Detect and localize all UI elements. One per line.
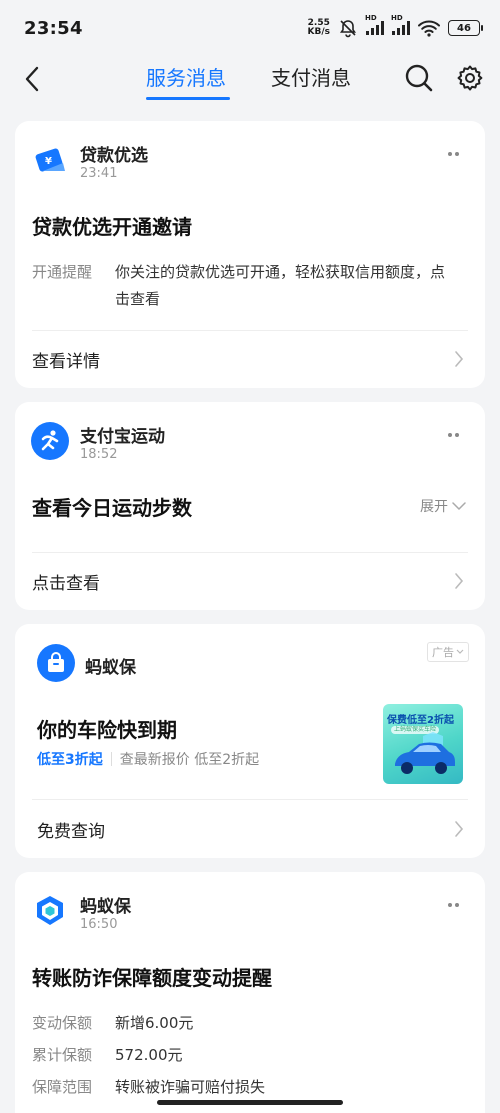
offer-description: 查最新报价 低至2折起 (119, 752, 260, 768)
divider (32, 799, 468, 800)
detail-row: 保障范围 转账被诈骗可赔付损失 (32, 1074, 455, 1101)
status-icons: 2.55 KB/s HD HD 46 (308, 14, 483, 38)
action-label: 免费查询 (37, 821, 105, 842)
mute-bell-icon (339, 20, 357, 38)
tab-service-messages[interactable]: 服务消息 (146, 62, 226, 91)
message-title: 转账防诈保障额度变动提醒 (32, 966, 272, 990)
top-nav: 服务消息 支付消息 (0, 56, 500, 106)
chevron-right-icon (454, 571, 468, 591)
tab-payment-messages[interactable]: 支付消息 (271, 62, 351, 91)
service-name: 蚂蚁保 (80, 897, 131, 917)
service-name: 蚂蚁保 (85, 658, 136, 678)
car-icon (395, 732, 455, 774)
detail-value: 新增6.00元 (115, 1014, 194, 1032)
signal-strength-icon: HD (365, 14, 384, 35)
gear-icon (457, 65, 483, 91)
divider (32, 552, 468, 553)
more-options-button[interactable] (441, 898, 465, 912)
detail-row: 开通提醒 你关注的贷款优选可开通，轻松获取信用额度，点击查看 (32, 259, 455, 313)
chevron-right-icon (454, 349, 468, 369)
settings-button[interactable] (454, 62, 486, 94)
expand-button[interactable]: 展开 (420, 496, 467, 516)
running-person-icon (41, 430, 59, 451)
service-name: 贷款优选 (80, 146, 148, 166)
divider (32, 330, 468, 331)
more-options-button[interactable] (441, 147, 465, 161)
insurance-service-logo (37, 644, 75, 682)
view-details-link[interactable]: 查看详情 (32, 339, 468, 379)
hd-label: HD (365, 14, 377, 22)
detail-label: 开通提醒 (32, 263, 93, 281)
detail-value: 572.00元 (115, 1046, 183, 1064)
message-time: 16:50 (80, 917, 118, 932)
detail-row: 累计保额 572.00元 (32, 1042, 455, 1069)
action-label: 查看详情 (32, 351, 100, 372)
message-card-insurance-ad[interactable]: 蚂蚁保 广告 你的车险快到期 低至3折起 查最新报价 低至2折起 保费低至2折起… (15, 624, 485, 858)
message-time: 23:41 (80, 166, 118, 181)
detail-label: 保障范围 (32, 1078, 93, 1096)
detail-label: 累计保额 (32, 1046, 93, 1064)
status-time: 23:54 (24, 17, 83, 39)
detail-label: 变动保额 (32, 1014, 93, 1032)
search-button[interactable] (403, 62, 435, 94)
more-options-button[interactable] (441, 428, 465, 442)
detail-value: 转账被诈骗可赔付损失 (115, 1078, 266, 1096)
offer-row: 低至3折起 查最新报价 低至2折起 (37, 749, 259, 769)
shopping-bag-icon (48, 652, 64, 672)
wifi-icon (418, 20, 440, 37)
back-button[interactable] (16, 62, 48, 96)
battery-level: 46 (457, 22, 471, 34)
discount-highlight: 低至3折起 (37, 752, 103, 768)
sports-service-logo (31, 422, 69, 460)
svg-text:¥: ¥ (45, 156, 52, 167)
message-card-loan[interactable]: ¥ 贷款优选 23:41 贷款优选开通邀请 开通提醒 你关注的贷款优选可开通，轻… (15, 121, 485, 388)
search-icon (405, 64, 433, 92)
ad-label: 广告 (432, 646, 454, 659)
car-insurance-thumbnail[interactable]: 保费低至2折起 上蚂蚁保买车险 (383, 704, 463, 784)
separator (110, 752, 112, 766)
free-query-link[interactable]: 免费查询 (37, 809, 468, 849)
loan-logo-icon: ¥ (35, 148, 65, 172)
message-time: 18:52 (80, 447, 118, 462)
message-title: 贷款优选开通邀请 (32, 215, 192, 239)
hd-label: HD (391, 14, 403, 22)
chevron-down-icon (456, 649, 464, 654)
message-title: 你的车险快到期 (37, 718, 177, 742)
loan-service-logo: ¥ (31, 141, 69, 179)
message-title: 查看今日运动步数 (32, 496, 192, 520)
network-speed: 2.55 KB/s (308, 19, 330, 37)
insurance-service-logo (31, 892, 69, 930)
service-name: 支付宝运动 (80, 427, 165, 447)
chevron-right-icon (454, 819, 468, 839)
detail-value: 你关注的贷款优选可开通，轻松获取信用额度，点击查看 (115, 263, 446, 308)
back-arrow-icon (25, 66, 39, 92)
active-tab-indicator (146, 97, 230, 100)
view-steps-link[interactable]: 点击查看 (32, 561, 468, 601)
action-label: 点击查看 (32, 573, 100, 594)
insurance-logo-icon (37, 896, 63, 925)
ad-badge[interactable]: 广告 (427, 642, 469, 662)
network-speed-unit: KB/s (307, 27, 330, 37)
detail-row: 变动保额 新增6.00元 (32, 1010, 455, 1037)
signal-strength-icon: HD (391, 14, 410, 35)
battery-icon: 46 (448, 20, 483, 36)
message-card-sports[interactable]: 支付宝运动 18:52 查看今日运动步数 展开 点击查看 (15, 402, 485, 610)
expand-label: 展开 (420, 499, 448, 515)
message-card-insurance[interactable]: 蚂蚁保 16:50 转账防诈保障额度变动提醒 变动保额 新增6.00元 累计保额… (15, 872, 485, 1113)
chevron-down-icon (452, 502, 466, 511)
home-indicator[interactable] (157, 1100, 343, 1105)
status-bar: 23:54 2.55 KB/s HD HD 46 (0, 0, 500, 56)
